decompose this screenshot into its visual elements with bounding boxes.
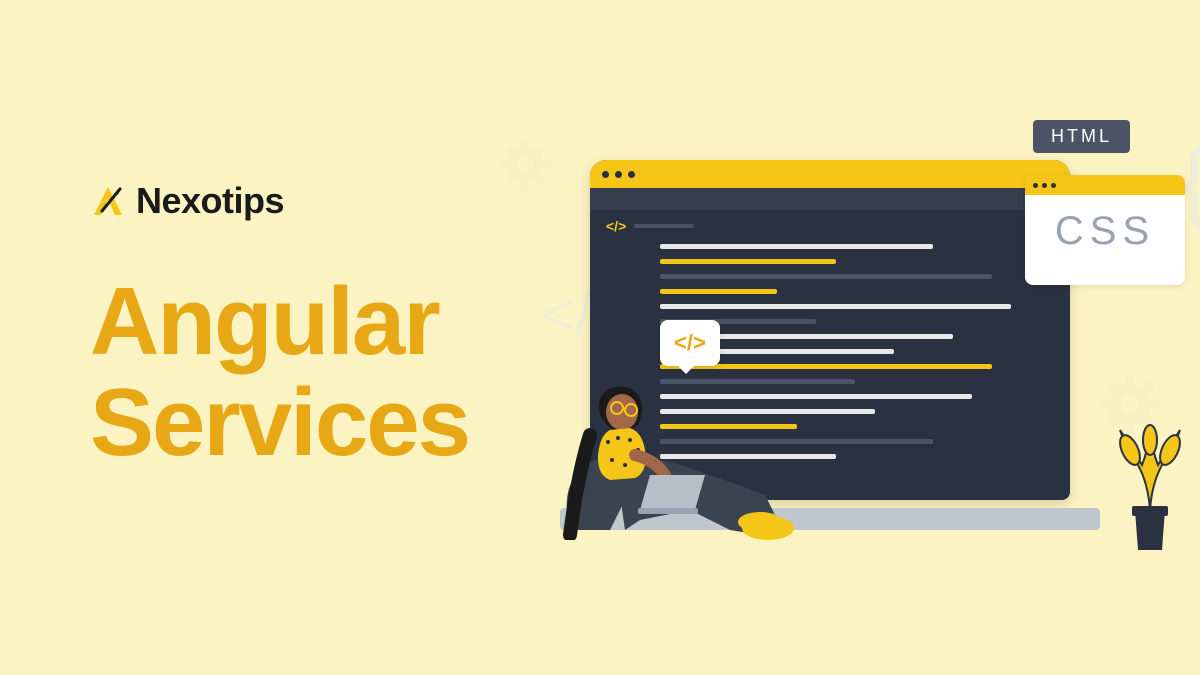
code-line bbox=[660, 274, 992, 279]
illustration: {} </ </> bbox=[530, 100, 1170, 580]
window-dot bbox=[1051, 183, 1056, 188]
brand-logo: Nexotips bbox=[90, 180, 469, 222]
html-badge: HTML bbox=[1033, 120, 1130, 153]
css-label: CSS bbox=[1025, 195, 1185, 254]
angle-bracket-icon: </ bbox=[540, 280, 592, 349]
header-line bbox=[634, 224, 694, 228]
plant-illustration bbox=[1100, 410, 1200, 565]
code-line bbox=[660, 289, 777, 294]
left-content: Nexotips Angular Services bbox=[90, 180, 469, 474]
code-line bbox=[660, 244, 933, 249]
gear-icon bbox=[500, 140, 550, 190]
window-dot bbox=[1033, 183, 1038, 188]
window-dot bbox=[628, 171, 635, 178]
code-line bbox=[660, 259, 836, 264]
brand-name: Nexotips bbox=[136, 180, 284, 222]
code-line bbox=[660, 304, 1011, 309]
person-illustration bbox=[540, 360, 800, 545]
window-dot bbox=[1042, 183, 1047, 188]
css-titlebar bbox=[1025, 175, 1185, 195]
code-tag-icon: </> bbox=[606, 218, 626, 234]
window-dot bbox=[602, 171, 609, 178]
code-tag-icon: </> bbox=[674, 330, 706, 355]
page-title: Angular Services bbox=[90, 272, 469, 474]
window-dot bbox=[615, 171, 622, 178]
editor-header: </> bbox=[590, 210, 1070, 238]
css-window: CSS bbox=[1025, 175, 1185, 285]
title-line-2: Services bbox=[90, 369, 469, 476]
window-titlebar bbox=[590, 160, 1070, 188]
title-line-1: Angular bbox=[90, 268, 439, 375]
address-bar bbox=[590, 188, 1070, 210]
speech-bubble: </> bbox=[660, 320, 720, 366]
logo-icon bbox=[90, 183, 126, 219]
